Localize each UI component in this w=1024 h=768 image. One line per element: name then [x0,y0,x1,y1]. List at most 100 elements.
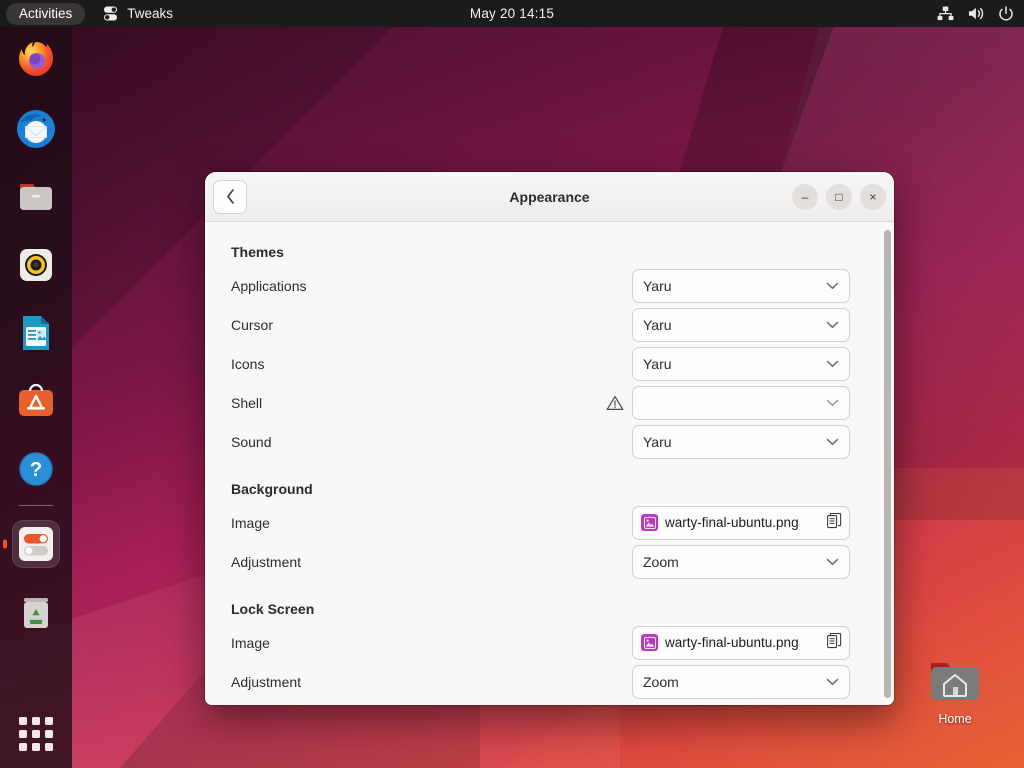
chevron-down-icon [826,678,839,686]
vertical-scrollbar[interactable] [884,230,891,698]
dropdown-value: Zoom [643,674,826,690]
row-background-adjustment: Adjustment Zoom [227,542,854,581]
chevron-down-icon [826,321,839,329]
app-menu-label: Tweaks [127,6,173,21]
chevron-down-icon [826,558,839,566]
tweaks-icon [17,525,55,563]
thunderbird-icon [14,107,58,151]
svg-text:?: ? [30,459,42,481]
app-grid-dot [32,717,40,725]
row-label: Image [231,515,270,531]
files-folder-icon [14,175,58,219]
dock-item-thunderbird[interactable] [12,105,60,153]
row-shell: Shell [227,383,854,422]
top-bar: Activities Tweaks May 20 14:15 [0,0,1024,27]
shell-theme-dropdown[interactable] [632,386,850,420]
window-titlebar: Appearance – □ × [205,172,894,222]
row-label: Adjustment [231,554,301,570]
desktop-screen: Home Activities Tweaks May 20 14:15 [0,0,1024,768]
close-button[interactable]: × [860,184,886,210]
row-lockscreen-adjustment: Adjustment Zoom [227,662,854,701]
app-grid-dot [32,743,40,751]
chevron-down-icon [826,438,839,446]
dock-item-firefox[interactable] [12,37,60,85]
row-icons: Icons Yaru [227,344,854,383]
chevron-down-icon [826,399,839,407]
chevron-left-icon [224,188,237,205]
row-label: Sound [231,434,271,450]
libreoffice-impress-icon [14,311,58,355]
app-grid-dot [19,743,27,751]
dropdown-value: Zoom [643,554,826,570]
row-label: Applications [231,278,307,294]
app-grid-dot [32,730,40,738]
section-heading-background: Background [231,481,854,497]
applications-theme-dropdown[interactable]: Yaru [632,269,850,303]
app-grid-dot [45,717,53,725]
image-thumbnail-icon [641,634,658,651]
row-label: Cursor [231,317,273,333]
desktop-icon-home[interactable]: Home [916,658,994,726]
cursor-theme-dropdown[interactable]: Yaru [632,308,850,342]
app-grid-dot [45,730,53,738]
image-thumbnail-icon [641,514,658,531]
dropdown-value: Yaru [643,356,826,372]
ubuntu-software-icon [14,379,58,423]
row-applications: Applications Yaru [227,266,854,305]
dropdown-value: Yaru [643,317,826,333]
tweaks-window: Appearance – □ × Themes Applications Yar… [205,172,894,705]
window-content: Themes Applications Yaru Cursor [205,222,894,705]
app-grid-dot [19,717,27,725]
section-heading-themes: Themes [231,244,854,260]
dock-item-rhythmbox[interactable] [12,241,60,289]
dock-item-trash[interactable] [12,588,60,636]
file-name: warty-final-ubuntu.png [665,635,820,650]
warning-icon [606,394,624,412]
row-label: Icons [231,356,264,372]
toggles-icon [103,6,120,21]
activities-button[interactable]: Activities [6,3,85,25]
sound-theme-dropdown[interactable]: Yaru [632,425,850,459]
app-menu-tweaks[interactable]: Tweaks [103,6,173,21]
row-cursor: Cursor Yaru [227,305,854,344]
row-label: Image [231,635,270,651]
dock-item-ubuntu-software[interactable] [12,377,60,425]
home-folder-icon [927,658,983,704]
dock-separator [19,505,53,506]
window-title: Appearance [205,189,894,205]
desktop-icon-label: Home [916,712,994,726]
row-label: Shell [231,395,262,411]
window-controls: – □ × [792,184,886,210]
volume-icon [967,6,985,21]
lockscreen-image-filechooser[interactable]: warty-final-ubuntu.png [632,626,850,660]
app-grid-dot [45,743,53,751]
dock-item-files[interactable] [12,173,60,221]
chevron-down-icon [826,360,839,368]
browse-files-icon[interactable] [827,633,842,652]
background-image-filechooser[interactable]: warty-final-ubuntu.png [632,506,850,540]
system-tray[interactable] [937,6,1014,22]
icons-theme-dropdown[interactable]: Yaru [632,347,850,381]
dropdown-value: Yaru [643,278,826,294]
power-icon [998,6,1014,22]
show-applications-button[interactable] [16,714,56,754]
row-lockscreen-image: Image warty-final-ubuntu.png [227,623,854,662]
dock-item-tweaks[interactable] [12,520,60,568]
chevron-down-icon [826,282,839,290]
lockscreen-adjustment-dropdown[interactable]: Zoom [632,665,850,699]
maximize-button[interactable]: □ [826,184,852,210]
trash-icon [16,592,56,632]
dock-item-libreoffice-impress[interactable] [12,309,60,357]
background-adjustment-dropdown[interactable]: Zoom [632,545,850,579]
file-name: warty-final-ubuntu.png [665,515,820,530]
back-button[interactable] [213,180,247,214]
row-background-image: Image warty-final-ubuntu.png [227,503,854,542]
app-grid-dot [19,730,27,738]
section-heading-lock-screen: Lock Screen [231,601,854,617]
network-wired-icon [937,6,954,21]
browse-files-icon[interactable] [827,513,842,532]
dock-item-help[interactable]: ? [12,445,60,493]
rhythmbox-icon [14,243,58,287]
minimize-button[interactable]: – [792,184,818,210]
dropdown-value: Yaru [643,434,826,450]
